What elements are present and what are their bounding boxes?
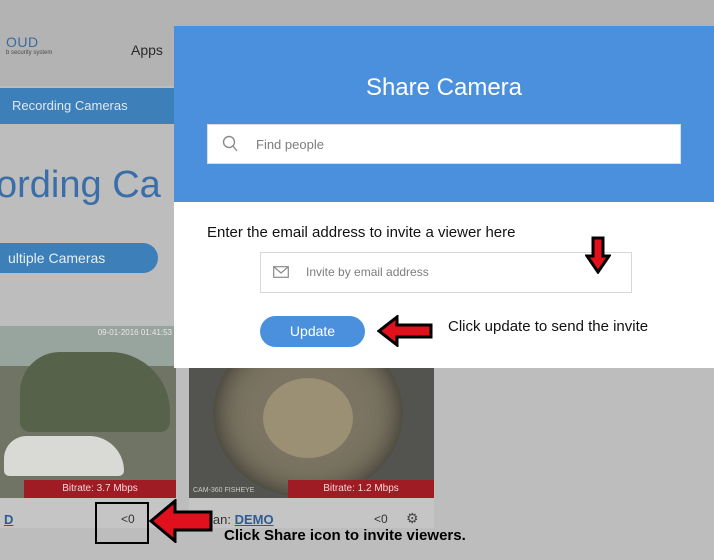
find-people-placeholder: Find people	[256, 137, 324, 152]
thumbnail-car	[4, 436, 124, 476]
multiple-cameras-button[interactable]: ultiple Cameras	[0, 243, 158, 273]
update-instruction: Click update to send the invite	[448, 318, 649, 335]
plan-label: lan:	[210, 512, 231, 527]
bitrate-badge: Bitrate: 3.7 Mbps	[24, 480, 176, 498]
apps-menu[interactable]: Apps	[131, 42, 163, 58]
invite-instruction: Enter the email address to invite a view…	[207, 224, 516, 241]
email-placeholder: Invite by email address	[306, 265, 429, 279]
share-count: 0	[381, 512, 388, 526]
update-button[interactable]: Update	[260, 316, 365, 347]
logo-tagline: b security system	[6, 50, 53, 56]
arrow-down-icon	[585, 236, 611, 274]
logo[interactable]: OUD	[6, 34, 39, 50]
share-camera-dialog: Share Camera Find people Enter the email…	[174, 26, 714, 368]
camera-watermark: CAM-360 FISHEYE	[193, 487, 255, 494]
page-title: ording Ca	[0, 164, 161, 206]
share-button[interactable]: <0	[374, 512, 388, 526]
invite-email-input[interactable]: Invite by email address	[260, 252, 632, 293]
nav-tab-label: Recording Cameras	[12, 98, 128, 113]
fisheye-center	[263, 378, 353, 458]
camera-name-link[interactable]: D	[4, 512, 13, 527]
camera-thumbnail-1[interactable]: 09-01-2016 01:41:53	[0, 326, 176, 498]
envelope-icon	[273, 266, 289, 278]
dialog-header: Share Camera Find people	[174, 26, 714, 202]
camera-plan: lan: DEMO	[210, 512, 274, 527]
share-highlight-box	[95, 502, 149, 544]
arrow-left-icon	[149, 499, 213, 543]
multiple-cameras-label: ultiple Cameras	[8, 250, 106, 266]
gear-icon[interactable]: ⚙	[406, 510, 419, 527]
share-icon: <	[374, 512, 382, 526]
camera-timestamp: 09-01-2016 01:41:53	[97, 328, 172, 337]
plan-link[interactable]: DEMO	[235, 512, 274, 527]
dialog-title: Share Camera	[365, 74, 523, 101]
find-people-input[interactable]: Find people	[207, 124, 681, 164]
arrow-left-icon	[377, 315, 433, 347]
camera-thumbnail-2[interactable]: CAM-360 FISHEYE	[189, 368, 434, 498]
bitrate-badge: Bitrate: 1.2 Mbps	[288, 480, 434, 498]
search-icon	[222, 135, 238, 152]
nav-tab-recording-cameras[interactable]: Recording Cameras	[0, 88, 176, 124]
share-instruction: Click Share icon to invite viewers.	[224, 527, 466, 544]
